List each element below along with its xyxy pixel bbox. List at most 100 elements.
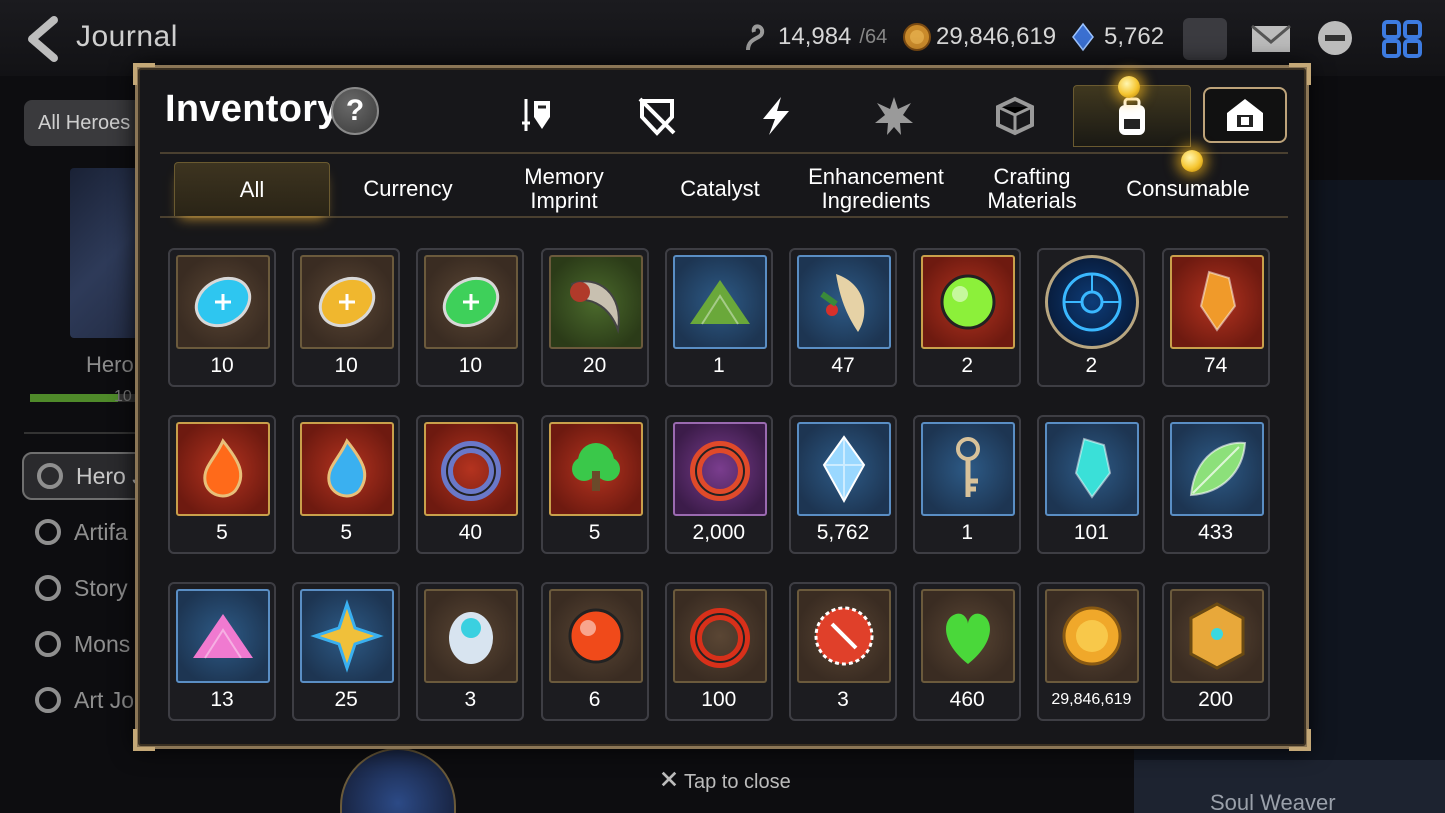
tab-memory-imprint[interactable]: Memory Imprint (486, 162, 642, 216)
close-x-icon (660, 770, 678, 794)
tab-crafting-materials[interactable]: Crafting Materials (954, 162, 1110, 216)
back-arrow-icon[interactable] (22, 14, 66, 64)
skystone-currency[interactable]: 5,762 (1070, 22, 1164, 52)
inventory-item-slot[interactable]: 5,762 (789, 415, 897, 554)
green-orb-icon (921, 255, 1016, 349)
frame-corner (1289, 63, 1311, 85)
item-quantity: 2,000 (692, 521, 746, 544)
skystone-icon (1070, 22, 1096, 52)
ring-charm-icon (424, 422, 519, 516)
shop-icon[interactable] (1183, 18, 1227, 60)
gold-coin-icon (1045, 589, 1140, 683)
tab-currency[interactable]: Currency (330, 162, 486, 216)
inventory-item-slot[interactable]: 2 (1037, 248, 1146, 387)
journal-title: Journal (76, 20, 178, 53)
inventory-item-slot[interactable]: 2 (913, 248, 1022, 387)
item-quantity: 25 (334, 688, 358, 711)
inventory-item-slot[interactable]: 5 (292, 415, 401, 554)
gold-currency[interactable]: 29,846,619 (902, 22, 1056, 52)
inventory-item-slot[interactable]: 1 (664, 248, 773, 387)
item-quantity: 20 (582, 354, 607, 377)
pet-capsule-icon (424, 589, 519, 683)
hero-journal-icon (34, 460, 66, 492)
inventory-item-slot[interactable]: 25 (292, 582, 401, 721)
item-quantity: 460 (949, 688, 985, 711)
mail-icon[interactable] (1249, 18, 1293, 60)
storage-house-icon[interactable] (1203, 87, 1287, 143)
item-quantity: 200 (1198, 688, 1234, 711)
inventory-item-slot[interactable]: 2,000 (664, 415, 773, 554)
category-icon-bar (138, 76, 1306, 147)
stamina-value: 14,984 (778, 23, 852, 50)
frame-corner (133, 63, 155, 85)
item-quantity: 13 (210, 688, 234, 711)
tab-enhancement-ingredients[interactable]: Enhancement Ingredients (798, 162, 954, 216)
inventory-item-slot[interactable]: 10 (168, 248, 276, 387)
tree-charm-icon (548, 422, 643, 516)
item-quantity: 10 (334, 354, 358, 377)
tab-all[interactable]: All (174, 162, 330, 216)
menu-grid-icon[interactable] (1380, 18, 1424, 60)
notification-badge (1118, 76, 1140, 98)
inventory-item-slot[interactable]: 29,846,619 (1037, 582, 1146, 721)
art-journal-icon (32, 684, 64, 716)
inventory-item-slot[interactable]: 101 (1037, 415, 1146, 554)
inventory-item-slot[interactable]: 460 (913, 582, 1022, 721)
hero-equipment-icon[interactable] (507, 86, 571, 146)
stamina-icon (744, 22, 770, 52)
claw-icon (548, 255, 643, 349)
item-quantity: 6 (588, 688, 601, 711)
item-quantity: 5 (340, 521, 353, 544)
inventory-item-slot[interactable]: 1 (913, 415, 1022, 554)
artifact-broken-icon[interactable] (625, 86, 689, 146)
flame-crystal-icon (1169, 255, 1264, 349)
sidebar-item-label: Mons (74, 630, 131, 657)
item-quantity: 5,762 (816, 521, 870, 544)
inventory-item-slot[interactable]: 433 (1161, 415, 1270, 554)
inventory-item-slot[interactable]: 10 (292, 248, 401, 387)
inventory-item-slot[interactable]: 40 (416, 415, 525, 554)
sidebar-item-label: Hero J (76, 462, 144, 489)
green-heart-icon (921, 589, 1016, 683)
cyan-crystal-icon (1045, 422, 1140, 516)
skystone-value: 5,762 (1104, 23, 1165, 50)
inventory-item-slot[interactable]: 200 (1161, 582, 1270, 721)
inventory-item-slot[interactable]: 20 (540, 248, 649, 387)
chat-icon[interactable] (1313, 18, 1357, 60)
inventory-item-slot[interactable]: 74 (1161, 248, 1270, 387)
hero-medal (340, 748, 456, 813)
item-quantity: 3 (837, 688, 849, 711)
inventory-item-slot[interactable]: 3 (416, 582, 525, 721)
collection-progress-text: 10 (114, 388, 132, 405)
feather-icon (797, 255, 891, 349)
item-quantity: 101 (1073, 521, 1109, 544)
inventory-item-slot[interactable]: 5 (168, 415, 276, 554)
splash-icon[interactable] (862, 86, 926, 146)
lightning-icon[interactable] (744, 86, 808, 146)
green-rune-icon (424, 255, 519, 349)
inventory-item-slot[interactable]: 10 (416, 248, 525, 387)
gold-icon (902, 22, 931, 52)
material-cube-icon[interactable] (983, 86, 1047, 146)
inventory-item-slot[interactable]: 5 (540, 415, 649, 554)
consumable-notification-badge (1181, 150, 1203, 172)
inventory-item-slot[interactable]: 13 (168, 582, 276, 721)
soul-weaver-label: Soul Weaver (1210, 790, 1336, 813)
tap-to-close[interactable]: Tap to close (660, 770, 791, 794)
inventory-modal: Inventory ? All Currency Memory Imprint Cat… (133, 63, 1311, 751)
inventory-item-slot[interactable]: 100 (664, 582, 773, 721)
blue-rune-icon (176, 255, 270, 349)
collection-progress-fill (30, 394, 118, 402)
tab-catalyst[interactable]: Catalyst (642, 162, 798, 216)
red-bracelet-icon (672, 589, 767, 683)
skystone-gem-icon (797, 422, 891, 516)
stamina-currency[interactable]: 14,984/64 (744, 22, 887, 52)
item-quantity: 433 (1198, 521, 1234, 544)
inventory-item-slot[interactable]: 47 (789, 248, 897, 387)
tap-to-close-label: Tap to close (684, 770, 791, 793)
inventory-item-slot[interactable]: 6 (540, 582, 649, 721)
monster-icon (32, 628, 64, 660)
inventory-tabs: All Currency Memory Imprint Catalyst Enhance… (160, 152, 1288, 218)
inventory-item-slot[interactable]: 3 (789, 582, 897, 721)
item-quantity: 100 (701, 688, 737, 711)
